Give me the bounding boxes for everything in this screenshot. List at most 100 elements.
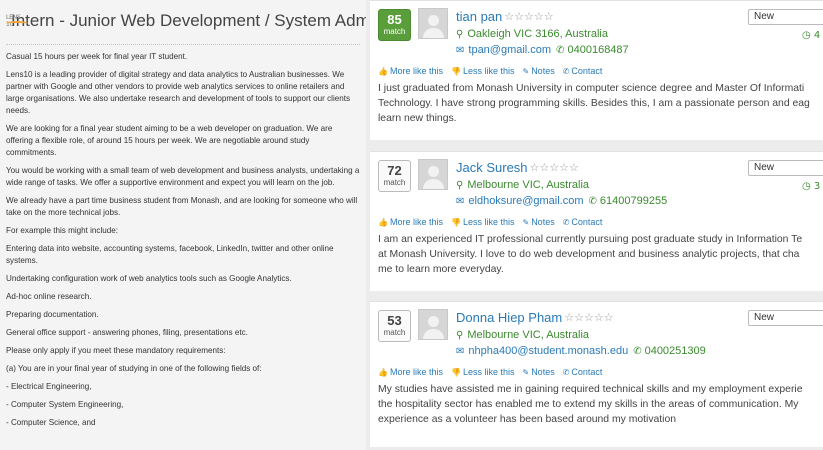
job-paragraph: Preparing documentation. [6, 310, 99, 319]
summary-line: learn new things. [378, 113, 457, 124]
notes-button[interactable]: ✎ Notes [522, 66, 554, 76]
candidate-location: ⚲ Melbourne VIC, Australia [456, 329, 589, 341]
more-like-this-button[interactable]: 👍 More like this [378, 367, 443, 377]
summary-line: I am an experienced IT professional curr… [378, 234, 803, 245]
candidate-contact: ✉ eldhoksure@gmail.com ✆ 61400799255 [456, 195, 667, 207]
less-like-this-label: Less like this [462, 367, 515, 377]
less-like-this-button[interactable]: 👎 Less like this [451, 367, 515, 377]
match-label: match [383, 27, 406, 36]
thumbs-down-icon: 👎 [450, 367, 461, 377]
email-link[interactable]: eldhoksure@gmail.com [468, 195, 583, 207]
candidate-name-row: tian pan ☆☆☆☆☆ [456, 9, 554, 24]
days-value: 3 [813, 181, 821, 192]
notes-label: Notes [531, 367, 555, 377]
job-header: LENS 10 Intern - Junior Web Development … [0, 0, 366, 34]
phone-icon: ✆ [588, 195, 597, 207]
star-rating[interactable]: ☆☆☆☆☆ [564, 311, 613, 324]
email-link[interactable]: nhpha400@student.monash.edu [468, 345, 628, 357]
envelope-icon: ✉ [456, 195, 465, 207]
candidate-actions: 👍 More like this 👎 Less like this ✎ Notes ✆… [378, 367, 610, 377]
job-paragraph: Undertaking configuration work of web an… [6, 274, 292, 283]
email-link[interactable]: tpan@gmail.com [468, 44, 551, 56]
status-select[interactable]: New [748, 160, 823, 176]
summary-line: the hospitality sector has enabled me to… [378, 399, 799, 410]
contact-label: Contact [571, 66, 603, 76]
status-select[interactable]: New [748, 310, 823, 326]
candidate-name-row: Jack Suresh ☆☆☆☆☆ [456, 160, 579, 175]
candidate-name-row: Donna Hiep Pham ☆☆☆☆☆ [456, 310, 614, 325]
thumbs-down-icon: 👎 [450, 66, 461, 76]
summary-line: My studies have assisted me in gaining r… [378, 384, 803, 395]
envelope-icon: ✉ [456, 44, 465, 56]
location-text: Melbourne VIC, Australia [467, 329, 589, 341]
less-like-this-label: Less like this [462, 66, 515, 76]
contact-button[interactable]: ✆ Contact [563, 367, 603, 377]
candidate-name-link[interactable]: Jack Suresh [456, 160, 528, 175]
status-select[interactable]: New [748, 9, 823, 25]
summary-line: I just graduated from Monash University … [378, 83, 805, 94]
phone-number: 0400251309 [644, 345, 706, 357]
less-like-this-button[interactable]: 👎 Less like this [451, 217, 515, 227]
job-paragraph: Ad-hoc online research. [6, 292, 92, 301]
location-text: Oakleigh VIC 3166, Australia [467, 28, 608, 40]
contact-label: Contact [571, 367, 603, 377]
thumbs-up-icon: 👍 [378, 217, 388, 227]
star-rating[interactable]: ☆☆☆☆☆ [530, 161, 579, 174]
phone-icon: ✆ [633, 345, 642, 357]
job-paragraph: We already have a part time business stu… [6, 196, 358, 217]
notes-icon: ✎ [522, 367, 530, 377]
job-paragraph: Casual 15 hours per week for final year … [6, 52, 188, 61]
more-like-this-button[interactable]: 👍 More like this [378, 217, 443, 227]
job-paragraph: - Computer System Engineering, [6, 400, 124, 409]
star-rating[interactable]: ☆☆☆☆☆ [504, 10, 553, 23]
job-description-panel: LENS 10 Intern - Junior Web Development … [0, 0, 366, 450]
phone-number: 61400799255 [599, 195, 668, 207]
phone-number: 0400168487 [567, 44, 629, 56]
job-paragraph: (a) You are in your final year of studyi… [6, 364, 262, 373]
avatar [418, 8, 448, 39]
candidate-actions: 👍 More like this 👎 Less like this ✎ Notes ✆… [378, 66, 610, 76]
match-score-badge: 85 match [378, 9, 411, 41]
thumbs-up-icon: 👍 [378, 66, 388, 76]
candidate-location: ⚲ Oakleigh VIC 3166, Australia [456, 28, 608, 40]
summary-line: experience as a volunteer has been based… [378, 414, 677, 425]
contact-button[interactable]: ✆ Contact [563, 217, 603, 227]
notes-icon: ✎ [522, 66, 530, 76]
candidate-name-link[interactable]: tian pan [456, 9, 502, 24]
days-since-applied: ◷ 4 [802, 30, 820, 41]
map-marker-icon: ⚲ [456, 329, 464, 341]
match-score-badge: 72 match [378, 160, 411, 192]
job-paragraph: Entering data into website, accounting s… [6, 244, 334, 265]
contact-button[interactable]: ✆ Contact [563, 66, 603, 76]
envelope-icon: ✉ [456, 345, 465, 357]
location-text: Melbourne VIC, Australia [467, 179, 589, 191]
more-like-this-button[interactable]: 👍 More like this [378, 66, 443, 76]
match-score-badge: 53 match [378, 310, 411, 342]
candidate-contact: ✉ tpan@gmail.com ✆ 0400168487 [456, 44, 629, 56]
job-paragraph: We are looking for a final year student … [6, 124, 333, 157]
less-like-this-button[interactable]: 👎 Less like this [451, 66, 515, 76]
match-label: match [383, 328, 406, 337]
candidate-summary: My studies have assisted me in gaining r… [378, 382, 823, 427]
notes-button[interactable]: ✎ Notes [522, 367, 554, 377]
candidate-card: 53 match Donna Hiep Pham ☆☆☆☆☆ ⚲ Melbour… [370, 301, 823, 447]
match-score: 85 [387, 12, 402, 27]
job-description-text: Casual 15 hours per week for final year … [0, 45, 366, 429]
less-like-this-label: Less like this [462, 217, 515, 227]
job-paragraph: Lens10 is a leading provider of digital … [6, 70, 351, 115]
job-paragraph: - Computer Science, and [6, 418, 96, 427]
notes-button[interactable]: ✎ Notes [522, 217, 554, 227]
map-marker-icon: ⚲ [456, 179, 464, 191]
thumbs-up-icon: 👍 [378, 367, 388, 377]
days-value: 4 [813, 30, 821, 41]
candidate-contact: ✉ nhpha400@student.monash.edu ✆ 04002513… [456, 345, 706, 357]
summary-line: Technology. I have strong programming sk… [378, 98, 810, 109]
job-paragraph: General office support - answering phone… [6, 328, 248, 337]
candidate-name-link[interactable]: Donna Hiep Pham [456, 310, 562, 325]
thumbs-down-icon: 👎 [450, 217, 461, 227]
notes-label: Notes [531, 217, 555, 227]
phone-icon: ✆ [562, 66, 570, 76]
more-like-this-label: More like this [389, 66, 443, 76]
days-since-applied: ◷ 3 [802, 181, 820, 192]
candidate-location: ⚲ Melbourne VIC, Australia [456, 179, 589, 191]
